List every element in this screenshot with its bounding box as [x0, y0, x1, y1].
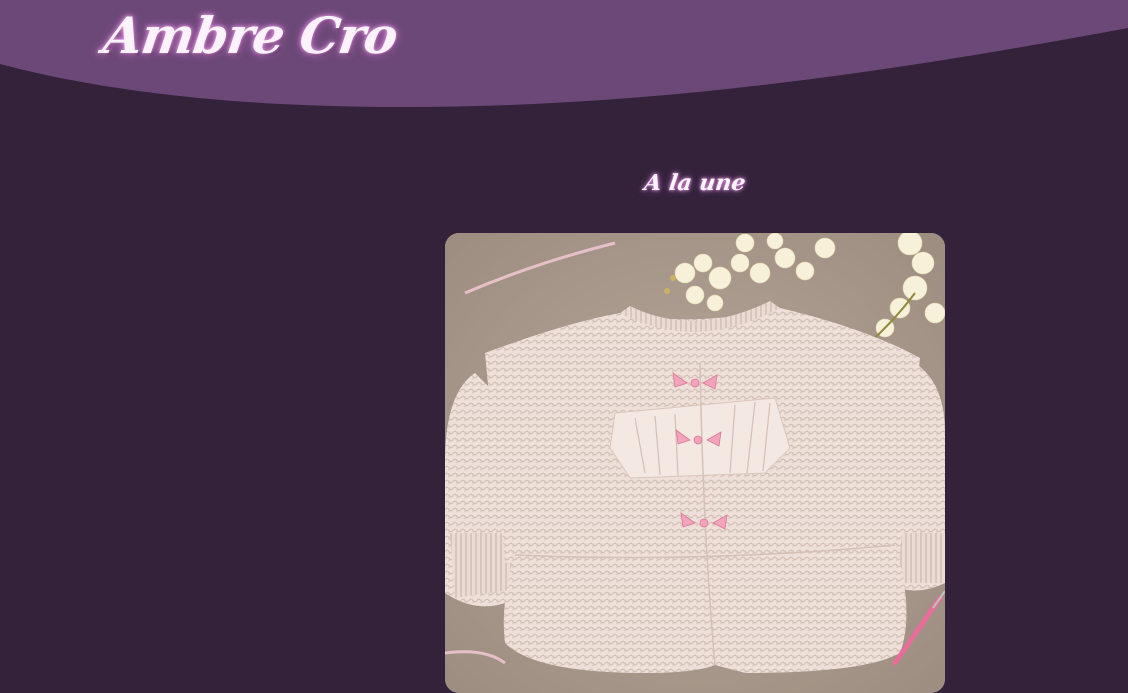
featured-image[interactable] — [445, 233, 945, 693]
crochet-cardigan-photo — [445, 233, 945, 693]
featured-section-title: A la une — [642, 170, 748, 196]
cardigan — [445, 301, 945, 673]
site-header: Ambre Cro — [0, 0, 1128, 115]
site-logo-text[interactable]: Ambre Cro — [100, 6, 401, 65]
